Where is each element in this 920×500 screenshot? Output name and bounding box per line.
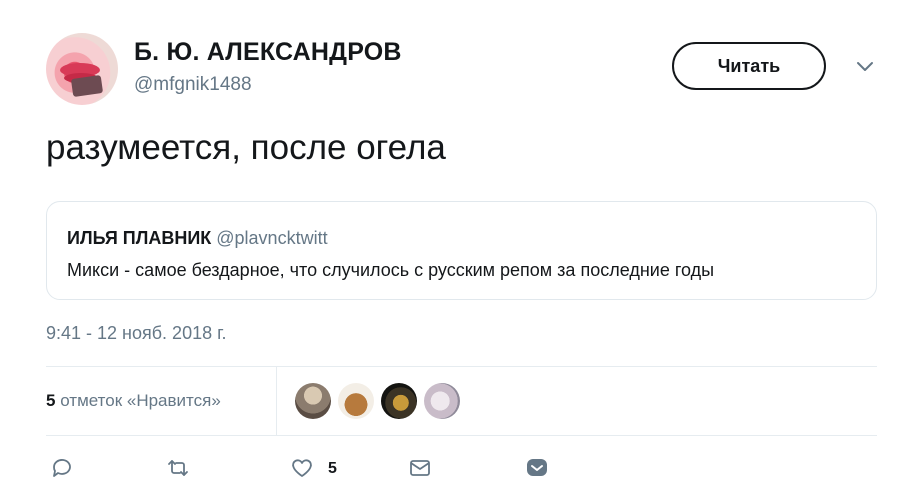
quoted-tweet-header: ИЛЬЯ ПЛАВНИК @plavncktwitt xyxy=(67,228,328,249)
bookmark-icon[interactable] xyxy=(525,456,549,480)
quoted-author-name: ИЛЬЯ ПЛАВНИК xyxy=(67,228,212,248)
liker-avatar-1[interactable] xyxy=(295,383,331,419)
author-avatar[interactable] xyxy=(46,33,118,105)
tweet-timestamp[interactable]: 9:41 - 12 нояб. 2018 г. xyxy=(46,323,226,344)
divider xyxy=(46,366,877,367)
liker-avatar-4[interactable] xyxy=(424,383,460,419)
likes-count: 5 xyxy=(46,391,56,410)
liker-avatar-3[interactable] xyxy=(381,383,417,419)
author-name[interactable]: Б. Ю. АЛЕКСАНДРОВ xyxy=(134,38,402,67)
chevron-down-icon[interactable] xyxy=(855,59,875,73)
likes-label: отметок «Нравится» xyxy=(60,391,221,410)
retweet-icon[interactable] xyxy=(166,456,190,480)
heart-icon[interactable] xyxy=(290,456,314,480)
follow-button[interactable]: Читать xyxy=(672,42,826,90)
like-count: 5 xyxy=(328,460,337,477)
reply-icon[interactable] xyxy=(50,456,74,480)
likes-summary[interactable]: 5 отметок «Нравится» xyxy=(46,391,221,411)
divider xyxy=(276,366,277,435)
tweet-text: разумеется, после огела xyxy=(46,128,446,167)
quoted-author-handle: @plavncktwitt xyxy=(216,228,328,248)
avatar-detail xyxy=(70,74,104,98)
divider xyxy=(46,435,877,436)
quoted-tweet-text: Микси - самое бездарное, что случилось с… xyxy=(67,260,715,280)
envelope-icon[interactable] xyxy=(408,456,432,480)
liker-avatar-2[interactable] xyxy=(338,383,374,419)
quoted-tweet[interactable]: ИЛЬЯ ПЛАВНИК @plavncktwitt Микси - самое… xyxy=(46,201,877,300)
author-handle[interactable]: @mfgnik1488 xyxy=(134,74,252,96)
